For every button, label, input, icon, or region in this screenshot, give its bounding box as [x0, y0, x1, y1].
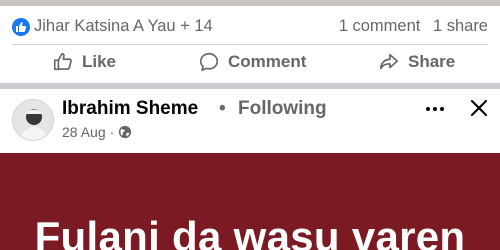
reactions-summary-row: Jihar Katsina A Yau + 14 1 comment 1 sha… — [0, 6, 500, 46]
like-button[interactable]: Like — [52, 44, 116, 80]
share-label: Share — [408, 52, 456, 71]
comment-count-link[interactable]: 1 comment — [339, 17, 421, 35]
post-date[interactable]: 28 Aug — [62, 124, 106, 140]
share-arrow-icon — [379, 53, 399, 70]
post-image[interactable]: Fulani da wasu varen — [0, 153, 500, 250]
following-button[interactable]: Following — [238, 98, 327, 120]
post-author-name[interactable]: Ibrahim Sheme — [62, 98, 198, 120]
post-meta: 28 Aug · — [62, 124, 132, 140]
meta-separator: · — [109, 124, 115, 140]
close-icon[interactable] — [468, 97, 490, 119]
more-dots-icon — [426, 107, 430, 111]
share-button[interactable]: Share — [378, 44, 455, 80]
thumbs-up-icon — [53, 52, 72, 71]
like-label: Like — [82, 52, 117, 71]
avatar[interactable] — [12, 99, 54, 141]
globe-icon — [119, 125, 132, 139]
post-actions-bar: Like Comment Share — [0, 44, 500, 80]
comment-button[interactable]: Comment — [198, 44, 306, 80]
comment-label: Comment — [228, 52, 307, 71]
like-reaction-icon[interactable] — [12, 18, 30, 36]
share-count-link[interactable]: 1 share — [433, 17, 488, 35]
post-image-text: Fulani da wasu varen — [34, 213, 466, 250]
more-options-button[interactable] — [422, 99, 448, 119]
reactors-link[interactable]: Jihar Katsina A Yau + 14 — [34, 17, 213, 36]
header-separator: • — [219, 98, 226, 119]
engagement-counts: 1 comment 1 share — [339, 17, 488, 36]
comment-bubble-icon — [199, 52, 219, 72]
post-header: Ibrahim Sheme • Following 28 Aug · — [0, 89, 500, 151]
